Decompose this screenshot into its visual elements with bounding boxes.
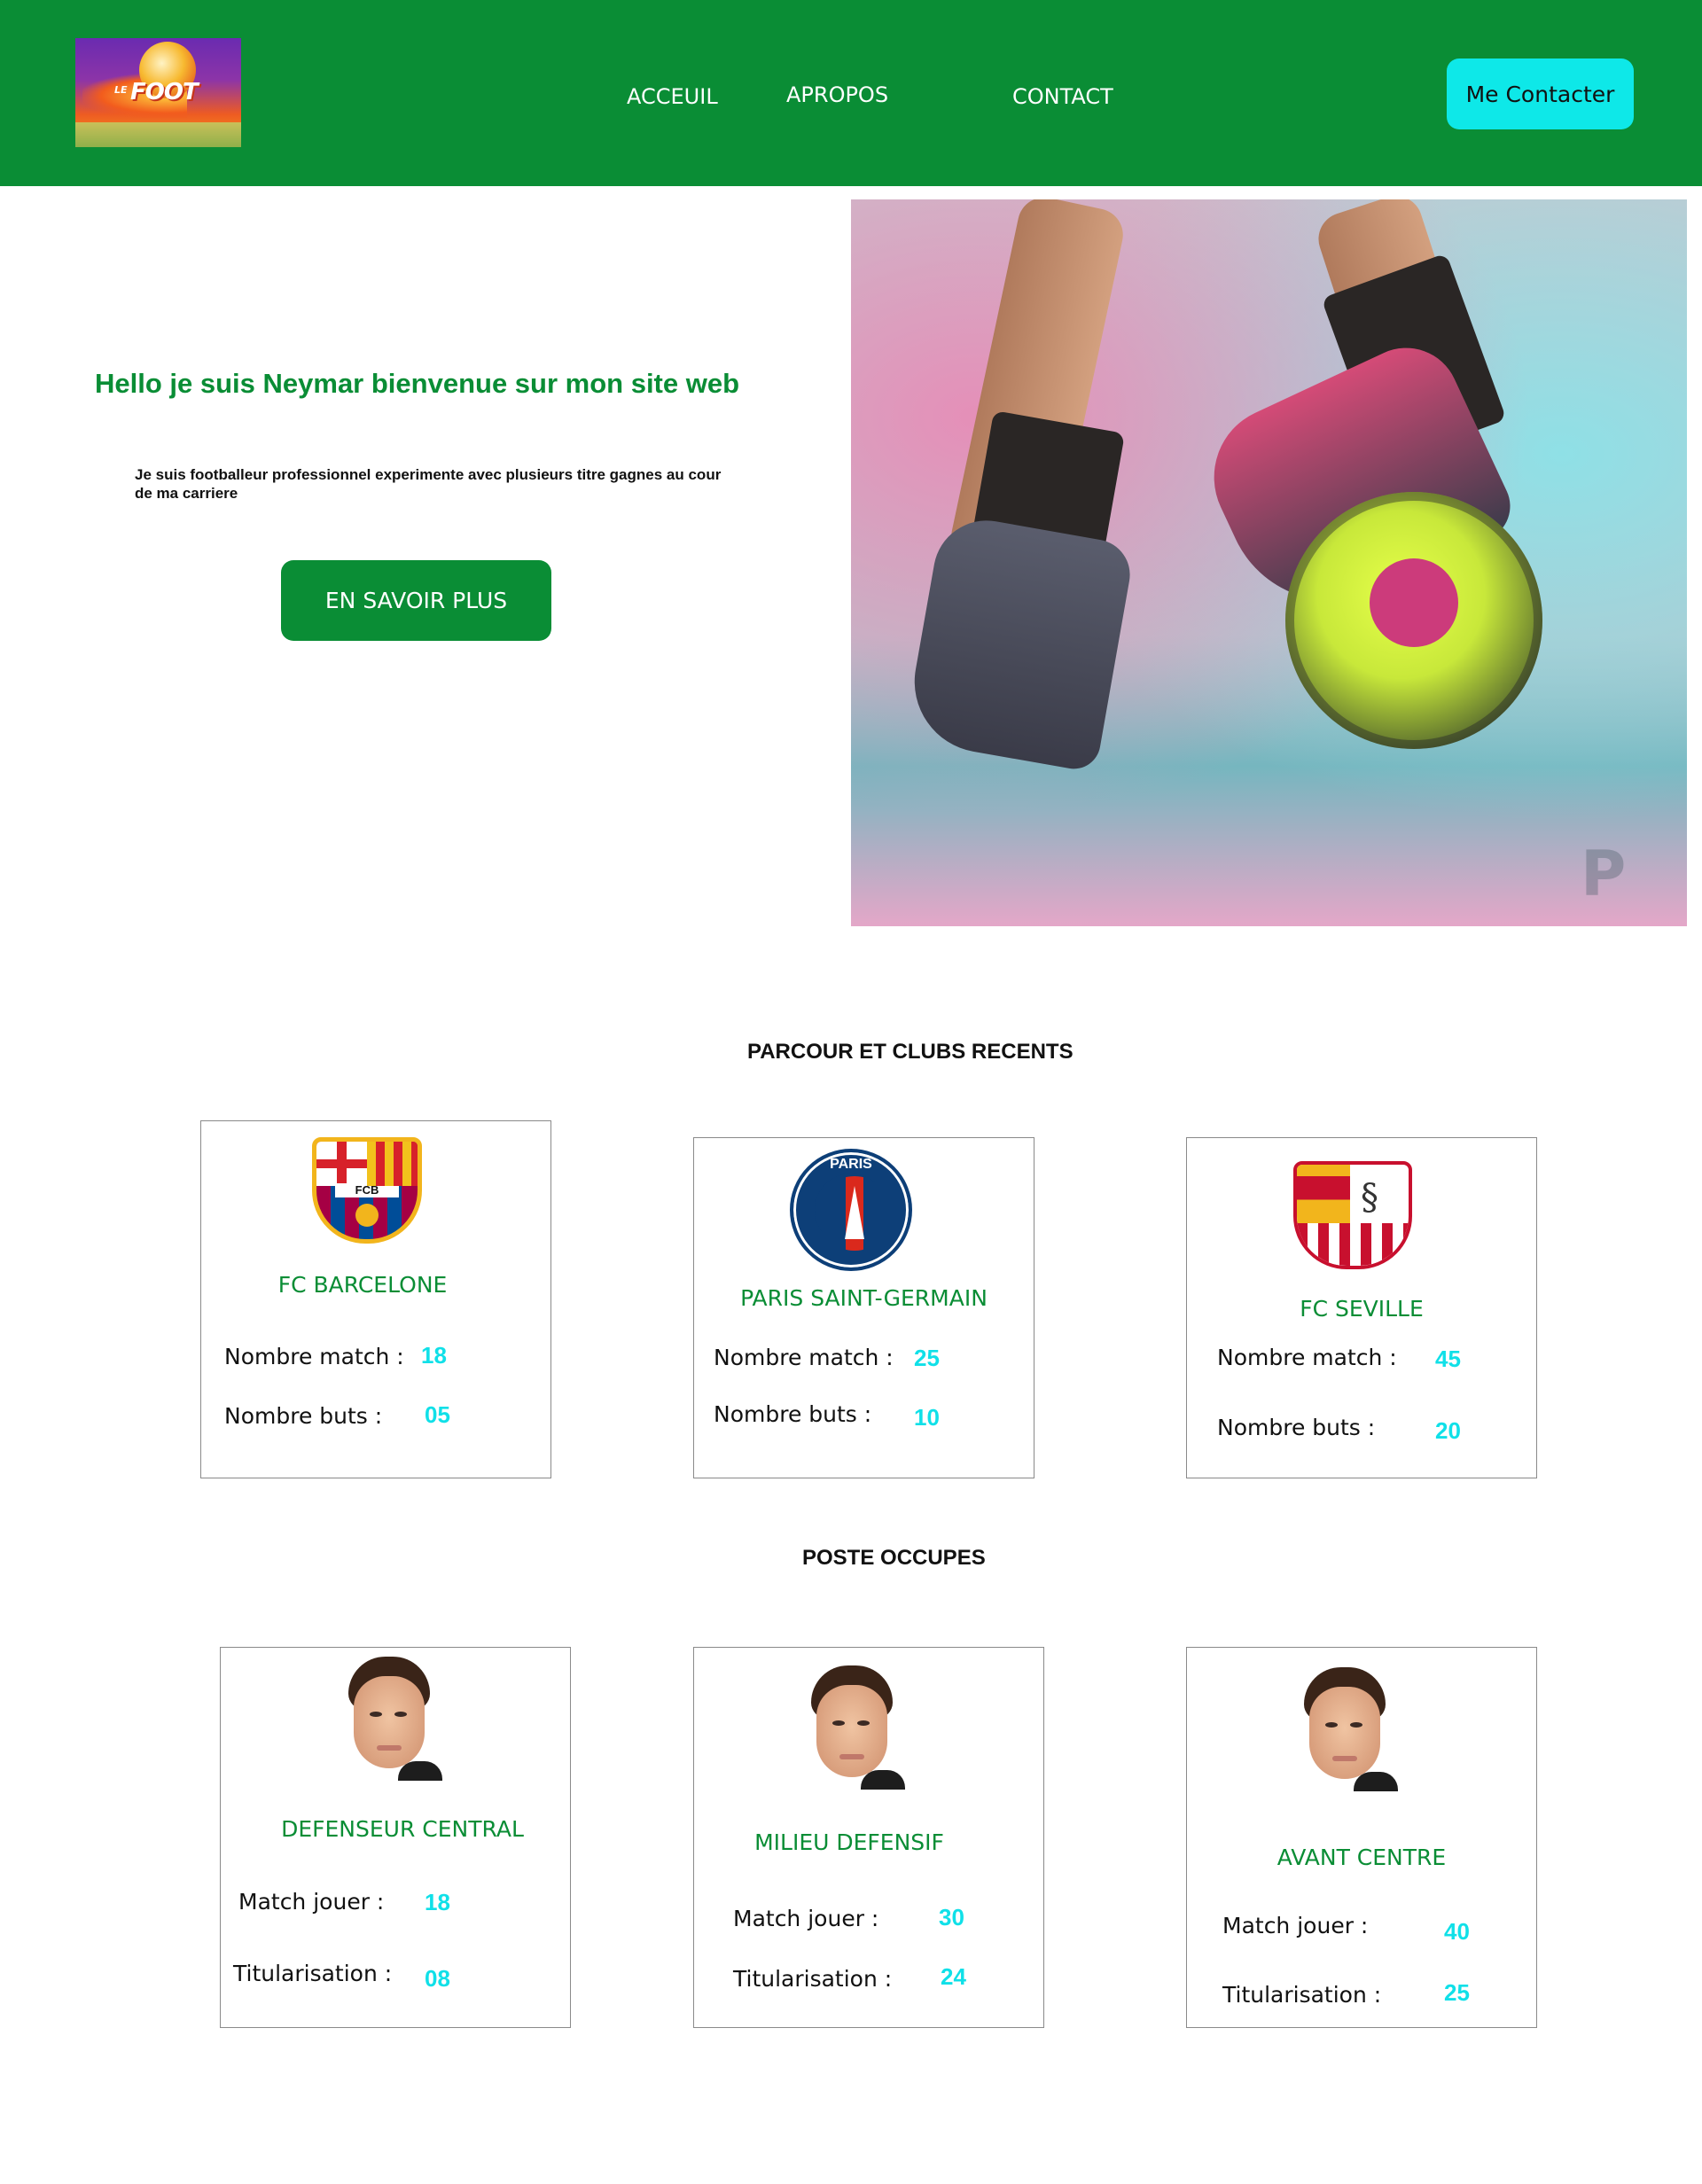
nav-link-contact[interactable]: CONTACT — [1012, 84, 1113, 109]
player-avatar — [1292, 1667, 1398, 1791]
hero-shoe-left — [903, 511, 1136, 774]
logo-ground — [75, 122, 241, 147]
starts-label: Titularisation : — [1222, 1982, 1382, 2008]
goals-count-value: 05 — [425, 1401, 450, 1428]
positions-section-title: POSTE OCCUPES — [802, 1546, 986, 1570]
avatar-head — [1309, 1687, 1380, 1779]
logo-small-text: LE — [114, 84, 128, 96]
avatar-shirt — [1354, 1772, 1398, 1791]
psg-crest-icon: PARIS — [790, 1149, 912, 1271]
avatar-eye — [1350, 1722, 1362, 1728]
player-avatar — [799, 1665, 905, 1790]
sevilla-crest-symbol: § — [1361, 1177, 1378, 1218]
position-name: MILIEU DEFENSIF — [754, 1829, 944, 1855]
club-name: PARIS SAINT-GERMAIN — [740, 1285, 988, 1311]
hero-image: P — [851, 199, 1687, 926]
avatar-eye — [370, 1712, 382, 1717]
club-card-psg: PARIS PARIS SAINT-GERMAIN Nombre match :… — [693, 1137, 1034, 1478]
avatar-head — [354, 1676, 425, 1768]
avatar-head — [816, 1685, 887, 1777]
avatar-eye — [832, 1720, 845, 1726]
position-card-milieu: MILIEU DEFENSIF Match jouer : 30 Titular… — [693, 1647, 1044, 2028]
club-name: FC BARCELONE — [277, 1272, 448, 1298]
matches-played-label: Match jouer : — [733, 1906, 879, 1931]
matches-played-label: Match jouer : — [238, 1889, 385, 1915]
matches-played-value: 18 — [425, 1889, 450, 1915]
avatar-eye — [1325, 1722, 1338, 1728]
avatar-mouth — [1332, 1756, 1357, 1761]
match-count-label: Nombre match : — [224, 1344, 404, 1369]
psg-crest-tower — [845, 1186, 864, 1239]
match-count-label: Nombre match : — [1217, 1345, 1397, 1370]
sevilla-crest-icon: § — [1293, 1161, 1412, 1269]
psg-crest-text: PARIS — [830, 1157, 872, 1172]
match-count-value: 25 — [914, 1345, 940, 1371]
matches-played-value: 40 — [1444, 1918, 1470, 1945]
avatar-eye — [857, 1720, 870, 1726]
match-count-value: 18 — [421, 1342, 447, 1369]
nav-link-acceuil[interactable]: ACCEUIL — [627, 84, 718, 109]
hero-description: Je suis footballeur professionnel experi… — [135, 466, 722, 502]
goals-count-value: 10 — [914, 1404, 940, 1431]
avatar-eye — [394, 1712, 407, 1717]
club-card-barcelona: FCB FC BARCELONE Nombre match : 18 Nombr… — [200, 1120, 551, 1478]
starts-value: 25 — [1444, 1979, 1470, 2006]
position-name: DEFENSEUR CENTRAL — [281, 1816, 524, 1842]
watermark-icon: P — [1581, 838, 1627, 910]
learn-more-button[interactable]: EN SAVOIR PLUS — [281, 560, 551, 641]
starts-label: Titularisation : — [733, 1966, 893, 1992]
starts-value: 24 — [941, 1963, 966, 1990]
match-count-value: 45 — [1435, 1346, 1461, 1372]
barcelona-crest-icon: FCB — [312, 1137, 422, 1244]
matches-played-value: 30 — [939, 1904, 964, 1930]
club-name: FC SEVILLE — [1300, 1296, 1424, 1322]
contact-me-button[interactable]: Me Contacter — [1447, 58, 1634, 129]
avatar-shirt — [861, 1770, 905, 1790]
clubs-section-title: PARCOUR ET CLUBS RECENTS — [747, 1040, 1074, 1064]
player-avatar — [336, 1657, 442, 1781]
hero-ball — [1285, 492, 1542, 749]
goals-count-label: Nombre buts : — [224, 1403, 383, 1429]
logo-main-text: FOOT — [130, 79, 199, 105]
position-card-defenseur: DEFENSEUR CENTRAL Match jouer : 18 Titul… — [220, 1647, 571, 2028]
avatar-mouth — [839, 1754, 864, 1759]
avatar-shirt — [398, 1761, 442, 1781]
nav-link-apropos[interactable]: APROPOS — [786, 82, 888, 107]
position-card-avant: AVANT CENTRE Match jouer : 40 Titularisa… — [1186, 1647, 1537, 2028]
position-name: AVANT CENTRE — [1276, 1845, 1447, 1870]
site-logo[interactable]: LE FOOT — [75, 38, 241, 147]
club-card-sevilla: § FC SEVILLE Nombre match : 45 Nombre bu… — [1186, 1137, 1537, 1478]
goals-count-label: Nombre buts : — [714, 1401, 872, 1427]
matches-played-label: Match jouer : — [1222, 1913, 1369, 1938]
starts-label: Titularisation : — [233, 1961, 393, 1986]
site-header: LE FOOT ACCEUIL APROPOS CONTACT Me Conta… — [0, 0, 1702, 186]
starts-value: 08 — [425, 1965, 450, 1992]
goals-count-label: Nombre buts : — [1217, 1415, 1376, 1440]
barcelona-crest-ball — [355, 1204, 379, 1227]
match-count-label: Nombre match : — [714, 1345, 894, 1370]
goals-count-value: 20 — [1435, 1417, 1461, 1444]
barcelona-crest-letters: FCB — [334, 1183, 400, 1197]
hero-title: Hello je suis Neymar bienvenue sur mon s… — [95, 368, 740, 399]
avatar-mouth — [377, 1745, 402, 1751]
